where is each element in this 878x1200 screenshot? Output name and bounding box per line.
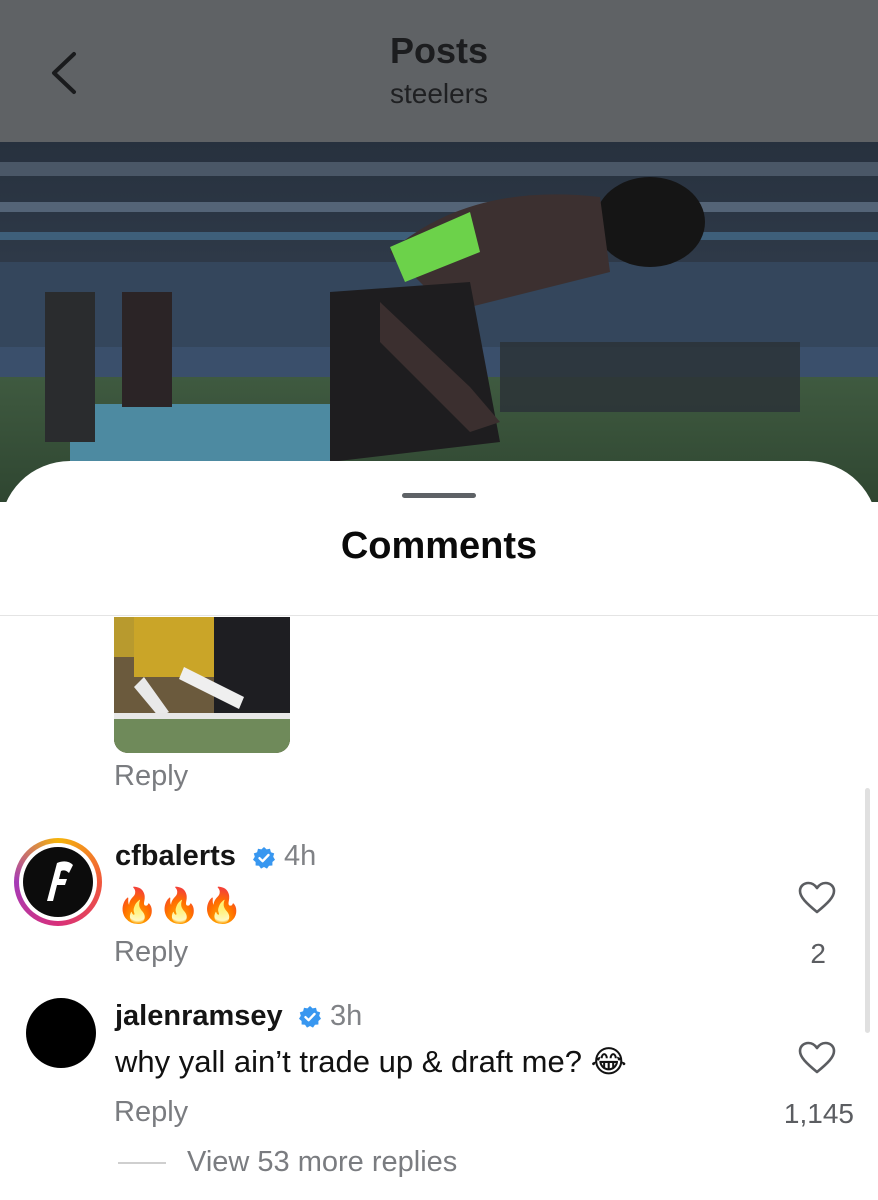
comment-username[interactable]: cfbalerts — [115, 840, 236, 873]
avatar[interactable] — [26, 998, 96, 1068]
heart-like-icon[interactable] — [798, 881, 836, 915]
comment-text: 🔥🔥🔥 — [116, 887, 244, 925]
verified-badge-icon — [253, 847, 275, 869]
post-video-frame[interactable] — [0, 142, 878, 502]
comments-sheet: Comments — [0, 461, 878, 1200]
heart-like-icon[interactable] — [798, 1041, 836, 1075]
comment-timestamp: 4h — [284, 840, 317, 872]
header-divider — [0, 615, 878, 616]
page-title: Posts — [389, 30, 489, 71]
reply-button[interactable]: Reply — [114, 760, 188, 793]
avatar — [23, 847, 93, 917]
story-ring-avatar[interactable] — [14, 838, 102, 926]
football-image — [114, 617, 290, 753]
account-subtitle[interactable]: steelers — [0, 78, 878, 110]
comments-title: Comments — [340, 525, 538, 567]
stadium-scene-image — [0, 142, 878, 502]
replies-divider-line — [118, 1162, 166, 1164]
comment-username[interactable]: jalenramsey — [115, 1000, 283, 1033]
like-count: 2 — [810, 938, 826, 969]
comment-text: why yall ain’t trade up & draft me? 😂 — [115, 1044, 627, 1079]
comment-timestamp: 3h — [330, 1000, 363, 1032]
comment-image-thumbnail[interactable] — [114, 617, 290, 753]
scrollbar[interactable] — [865, 788, 870, 1033]
sheet-drag-handle[interactable] — [402, 493, 476, 498]
verified-badge-icon — [299, 1006, 321, 1028]
top-bar: Posts steelers — [0, 0, 878, 142]
reply-button[interactable]: Reply — [114, 1096, 188, 1129]
reply-button[interactable]: Reply — [114, 936, 188, 969]
like-count: 1,145 — [783, 1098, 854, 1129]
view-more-replies-button[interactable]: View 53 more replies — [187, 1146, 457, 1179]
cfbalerts-logo-icon — [47, 861, 73, 901]
